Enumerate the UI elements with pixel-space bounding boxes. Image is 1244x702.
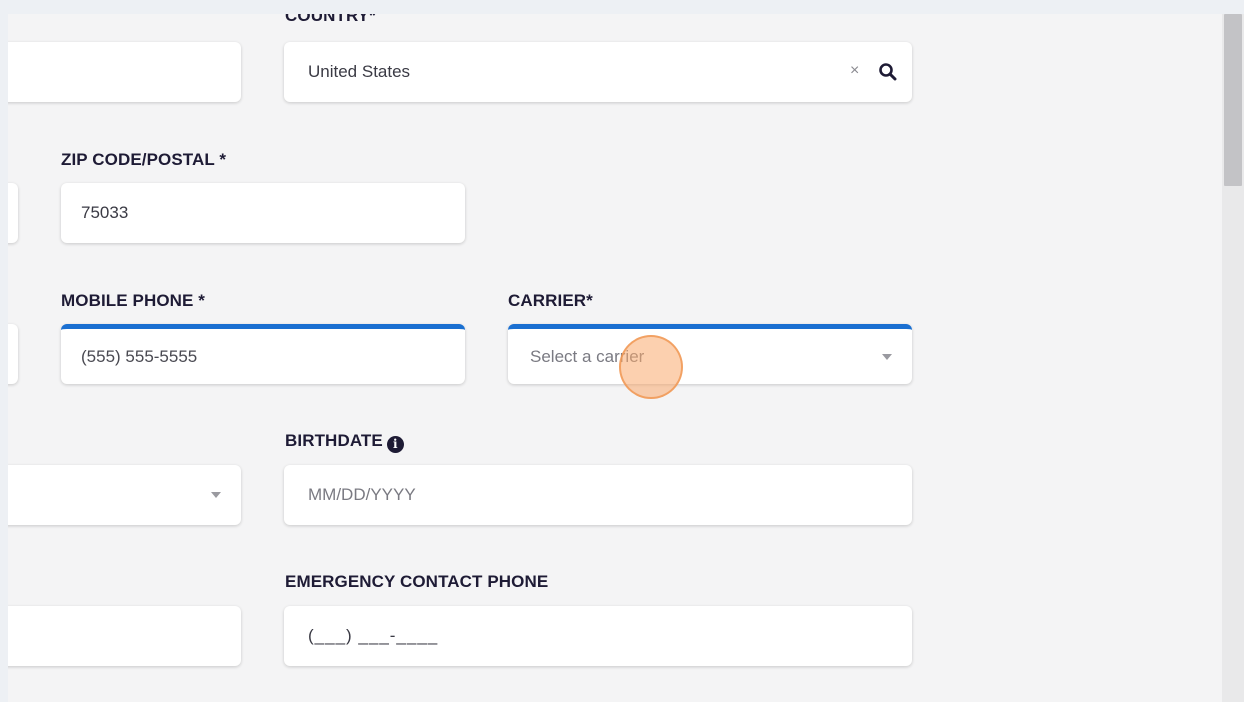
birthdate-label-text: BIRTHDATE xyxy=(285,431,383,450)
zip-label: ZIP CODE/POSTAL * xyxy=(61,150,227,169)
form-page: COUNTRY* United States × ZIP CODE/POSTAL… xyxy=(8,14,1222,702)
mobile-phone-label: MOBILE PHONE * xyxy=(61,291,206,310)
zip-value: 75033 xyxy=(81,203,129,222)
mobile-phone-placeholder: (555) 555-5555 xyxy=(81,346,198,366)
left-partial-field-3[interactable] xyxy=(8,324,18,384)
country-field[interactable]: United States × xyxy=(284,42,912,102)
info-icon[interactable]: i xyxy=(386,436,404,453)
left-partial-field-2[interactable] xyxy=(8,183,18,243)
zip-field[interactable]: 75033 xyxy=(61,183,465,243)
emergency-phone-label: EMERGENCY CONTACT PHONE xyxy=(285,572,549,591)
country-label: COUNTRY* xyxy=(285,14,376,25)
search-icon[interactable] xyxy=(878,62,898,82)
carrier-select[interactable]: Select a carrier xyxy=(508,324,912,384)
carrier-label: CARRIER* xyxy=(508,291,593,310)
click-indicator xyxy=(619,335,683,399)
left-partial-field-1[interactable] xyxy=(8,42,241,102)
clear-icon[interactable]: × xyxy=(850,62,859,80)
chevron-down-icon xyxy=(882,354,892,360)
birthdate-field[interactable]: MM/DD/YYYY xyxy=(284,465,912,525)
left-partial-select[interactable] xyxy=(8,465,241,525)
birthdate-label: BIRTHDATE i xyxy=(285,431,404,453)
left-partial-field-4[interactable] xyxy=(8,606,241,666)
scrollbar[interactable] xyxy=(1222,14,1244,702)
mobile-phone-field[interactable]: (555) 555-5555 xyxy=(61,324,465,384)
chevron-down-icon xyxy=(211,492,221,498)
country-value: United States xyxy=(308,62,411,81)
birthdate-placeholder: MM/DD/YYYY xyxy=(308,485,416,504)
emergency-phone-placeholder: (___) ___-____ xyxy=(308,626,439,645)
scrollbar-thumb[interactable] xyxy=(1224,14,1242,186)
emergency-phone-field[interactable]: (___) ___-____ xyxy=(284,606,912,666)
